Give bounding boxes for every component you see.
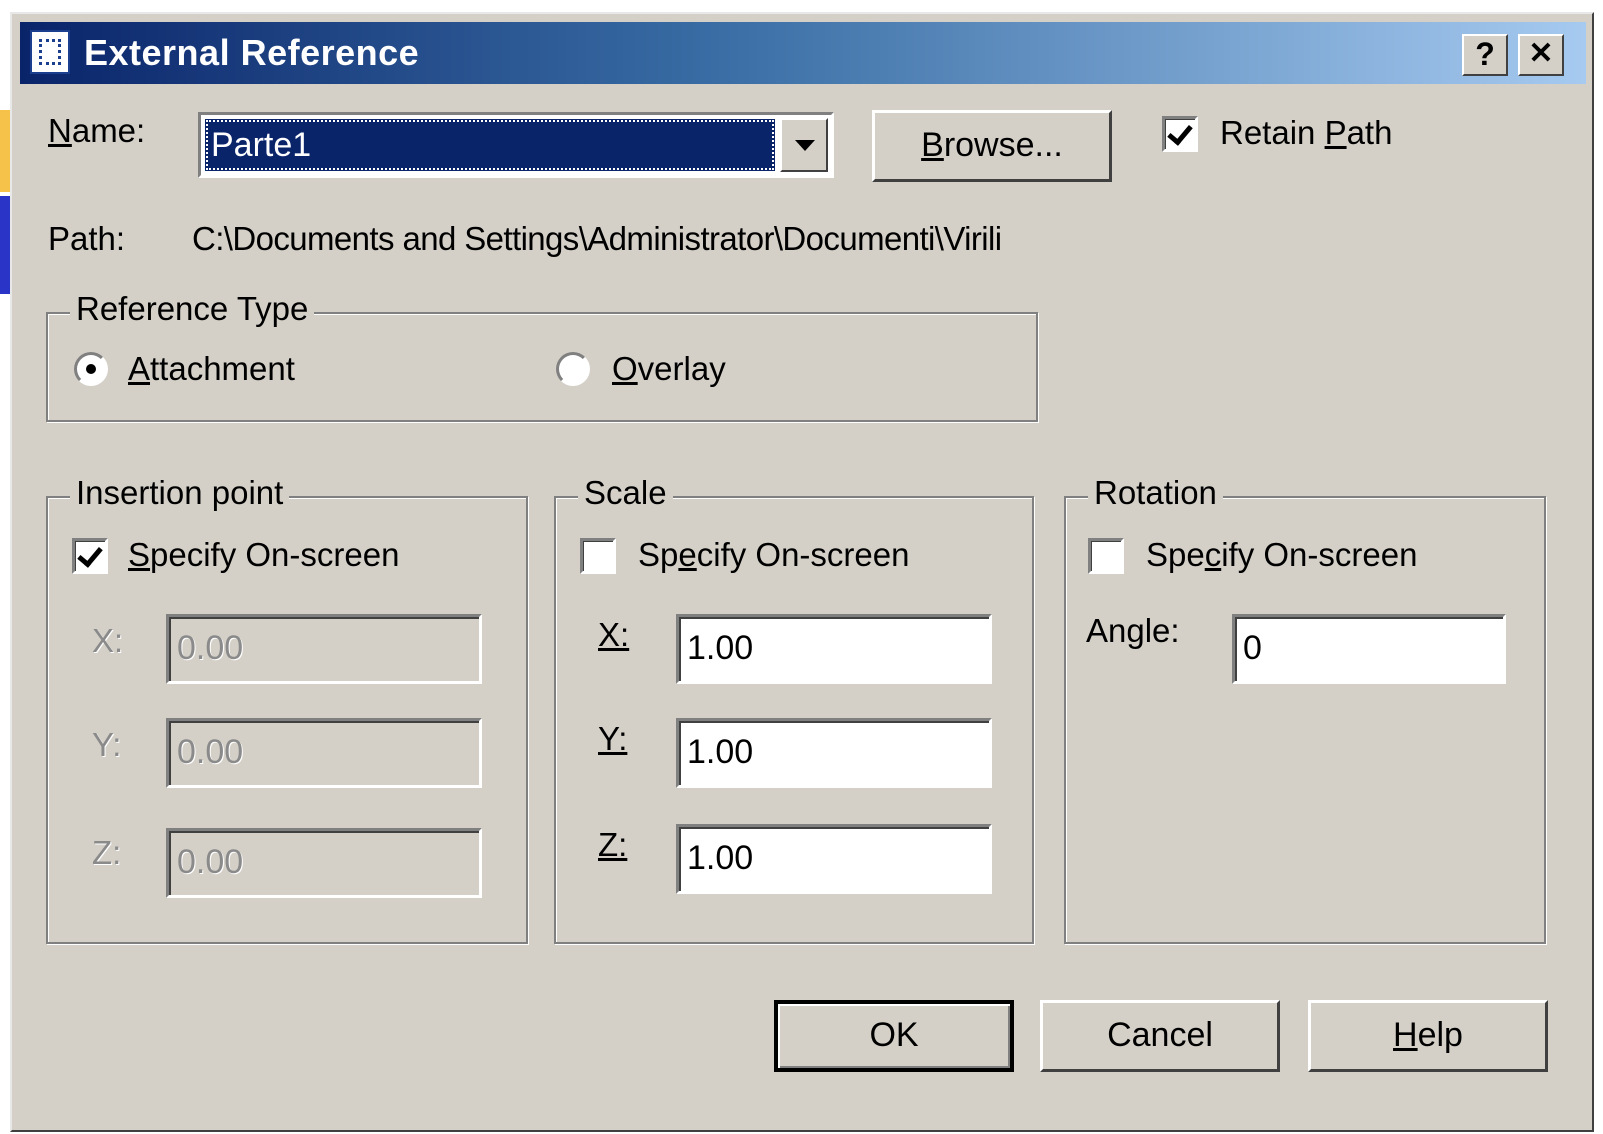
help-title-button[interactable]: ? bbox=[1462, 34, 1508, 76]
cancel-button[interactable]: Cancel bbox=[1040, 1000, 1280, 1072]
insertion-y-field[interactable]: 0.00 bbox=[166, 718, 482, 788]
overlay-mnemonic: O bbox=[612, 350, 638, 387]
scale-specify-mnemonic: e bbox=[678, 536, 697, 573]
scale-x-field[interactable]: 1.00 bbox=[676, 614, 992, 684]
rotation-specify-checkbox[interactable] bbox=[1088, 538, 1124, 574]
path-value: C:\Documents and Settings\Administrator\… bbox=[192, 220, 1002, 257]
rotation-specify-label: Specify On-screen bbox=[1146, 536, 1417, 574]
scale-group: Scale Specify On-screen X: 1.00 Y: 1.00 … bbox=[554, 474, 1034, 944]
attachment-label: Attachment bbox=[128, 350, 295, 388]
retain-path-text-b: ath bbox=[1346, 114, 1393, 151]
window-title: External Reference bbox=[84, 32, 420, 73]
help-mnemonic: H bbox=[1393, 1016, 1418, 1054]
name-combobox[interactable]: Parte1 bbox=[198, 112, 834, 178]
attachment-mnemonic: A bbox=[128, 350, 151, 387]
rotation-specify-mnemonic: c bbox=[1204, 536, 1222, 573]
chevron-down-icon[interactable] bbox=[780, 118, 828, 172]
browse-label: rowse... bbox=[943, 126, 1063, 164]
overlay-text: verlay bbox=[637, 350, 726, 387]
name-label-text: ame: bbox=[71, 112, 146, 149]
overlay-radio[interactable] bbox=[556, 352, 590, 386]
background-fragment bbox=[0, 110, 10, 192]
insertion-z-label: Z: bbox=[92, 834, 122, 871]
attachment-radio[interactable] bbox=[74, 352, 108, 386]
angle-label: Angle: bbox=[1086, 612, 1180, 649]
scale-specify-label: Specify On-screen bbox=[638, 536, 909, 574]
retain-path-label: Retain Path bbox=[1220, 114, 1392, 152]
insertion-z-field[interactable]: 0.00 bbox=[166, 828, 482, 898]
insertion-point-group: Insertion point Specify On-screen X: 0.0… bbox=[46, 474, 528, 944]
scale-z-label: Z: bbox=[598, 826, 628, 863]
scale-y-label: Y: bbox=[598, 720, 628, 757]
name-label-mnemonic: N bbox=[48, 112, 72, 149]
reference-type-group: Reference Type Attachment Overlay bbox=[46, 290, 1038, 422]
name-combobox-value[interactable]: Parte1 bbox=[205, 119, 775, 171]
scale-x-label: X: bbox=[598, 616, 630, 653]
retain-path-mnemonic: P bbox=[1324, 114, 1347, 151]
help-label: elp bbox=[1417, 1016, 1463, 1054]
insertion-x-label: X: bbox=[92, 622, 124, 659]
scale-title: Scale bbox=[578, 474, 673, 512]
scale-specify-text-b: cify On-screen bbox=[696, 536, 910, 573]
help-button[interactable]: Help bbox=[1308, 1000, 1548, 1072]
insertion-specify-text: pecify On-screen bbox=[150, 536, 400, 573]
browse-mnemonic: B bbox=[921, 126, 944, 164]
reference-type-title: Reference Type bbox=[70, 290, 315, 328]
scale-specify-checkbox[interactable] bbox=[580, 538, 616, 574]
name-label: Name: bbox=[48, 112, 145, 150]
rotation-group: Rotation Specify On-screen Angle: 0 bbox=[1064, 474, 1546, 944]
scale-y-field[interactable]: 1.00 bbox=[676, 718, 992, 788]
background-fragment bbox=[0, 196, 10, 294]
insertion-specify-label: Specify On-screen bbox=[128, 536, 399, 574]
rotation-specify-text-a: Spe bbox=[1146, 536, 1205, 573]
insertion-specify-checkbox[interactable] bbox=[72, 538, 108, 574]
rotation-specify-text-b: ify On-screen bbox=[1221, 536, 1418, 573]
close-button[interactable]: ✕ bbox=[1518, 34, 1564, 76]
ok-button[interactable]: OK bbox=[774, 1000, 1014, 1072]
retain-path-checkbox[interactable] bbox=[1162, 116, 1198, 152]
xref-app-icon bbox=[30, 30, 70, 74]
rotation-title: Rotation bbox=[1088, 474, 1223, 512]
path-label: Path: bbox=[48, 220, 126, 257]
scale-z-field[interactable]: 1.00 bbox=[676, 824, 992, 894]
external-reference-dialog: External Reference ? ✕ Name: Parte1 Brow… bbox=[10, 12, 1594, 1132]
insertion-x-field[interactable]: 0.00 bbox=[166, 614, 482, 684]
title-bar[interactable]: External Reference ? ✕ bbox=[20, 22, 1586, 84]
insertion-specify-mnemonic: S bbox=[128, 536, 151, 573]
scale-specify-text-a: Sp bbox=[638, 536, 679, 573]
browse-button[interactable]: Browse... bbox=[872, 110, 1112, 182]
insertion-y-label: Y: bbox=[92, 726, 122, 763]
overlay-label: Overlay bbox=[612, 350, 726, 388]
attachment-text: ttachment bbox=[150, 350, 295, 387]
retain-path-text-a: Retain bbox=[1220, 114, 1325, 151]
insertion-point-title: Insertion point bbox=[70, 474, 290, 512]
angle-field[interactable]: 0 bbox=[1232, 614, 1506, 684]
